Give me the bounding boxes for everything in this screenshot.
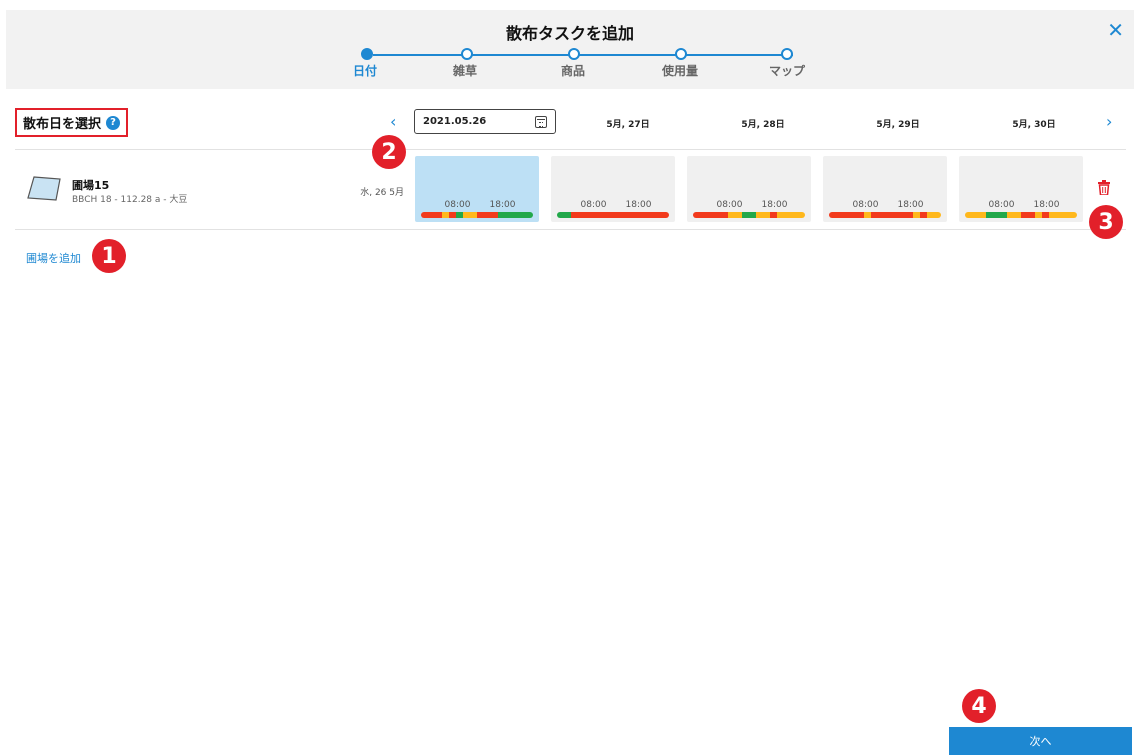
timeline-segment [463, 212, 477, 218]
timeline-segment [456, 212, 463, 218]
time-end: 18:00 [761, 200, 788, 210]
day-cell[interactable]: 08:00 18:00 [959, 156, 1083, 222]
timeline-segment [777, 212, 805, 218]
timeline-segment [1007, 212, 1021, 218]
next-dates-chevron-icon[interactable]: › [1106, 112, 1112, 131]
step-label-map[interactable]: マップ [769, 62, 805, 79]
day-cell[interactable]: 08:00 18:00 [823, 156, 947, 222]
timeline-segment [557, 212, 571, 218]
time-start: 08:00 [852, 200, 879, 210]
marker-badge: 2 [372, 135, 406, 169]
timeline-segment [927, 212, 941, 218]
weather-timeline [557, 212, 669, 218]
timeline-segment [728, 212, 742, 218]
prev-dates-chevron-icon[interactable]: ‹ [390, 112, 396, 131]
day-header: 5月, 27日 [606, 120, 650, 130]
divider [15, 149, 1126, 150]
timeline-segment [770, 212, 777, 218]
dialog-header: 散布タスクを追加 ✕ 日付 雑草 商品 使用量 マップ [6, 10, 1134, 89]
time-end: 18:00 [897, 200, 924, 210]
time-start: 08:00 [716, 200, 743, 210]
timeline-segment [1021, 212, 1035, 218]
day-cell[interactable]: 08:00 18:00 [687, 156, 811, 222]
step-dot-date[interactable] [361, 48, 373, 60]
day-header: 5月, 29日 [876, 120, 920, 130]
time-start: 08:00 [988, 200, 1015, 210]
time-labels: 08:00 18:00 [823, 200, 947, 210]
timeline-segment [1035, 212, 1042, 218]
step-dot-weed[interactable] [461, 48, 473, 60]
timeline-segment [756, 212, 770, 218]
time-end: 18:00 [489, 200, 516, 210]
help-icon[interactable]: ? [106, 115, 121, 130]
time-start: 08:00 [444, 200, 471, 210]
timeline-segment [449, 212, 456, 218]
time-labels: 08:00 18:00 [687, 200, 811, 210]
time-end: 18:00 [625, 200, 652, 210]
timeline-segment [864, 212, 871, 218]
timeline-segment [477, 212, 498, 218]
timeline-segment [913, 212, 920, 218]
stepper-line [373, 54, 793, 56]
time-end: 18:00 [1033, 200, 1060, 210]
step-label-product[interactable]: 商品 [561, 62, 585, 79]
weather-timeline [829, 212, 941, 218]
day-cell[interactable]: 08:00 18:00 [415, 156, 539, 222]
timeline-segment [986, 212, 1007, 218]
step-label-amount[interactable]: 使用量 [662, 62, 698, 79]
calendar-icon[interactable] [535, 115, 547, 128]
marker-badge: 4 [962, 689, 996, 723]
timeline-segment [571, 212, 669, 218]
weather-timeline [965, 212, 1077, 218]
timeline-segment [421, 212, 442, 218]
step-label-date[interactable]: 日付 [353, 62, 377, 79]
field-polygon-icon [27, 176, 61, 201]
timeline-segment [1049, 212, 1077, 218]
weather-timeline [693, 212, 805, 218]
timeline-segment [920, 212, 927, 218]
timeline-segment [1042, 212, 1049, 218]
time-labels: 08:00 18:00 [551, 200, 675, 210]
timeline-segment [965, 212, 986, 218]
step-dot-amount[interactable] [675, 48, 687, 60]
select-date-heading: 散布日を選択 ? [15, 108, 129, 137]
day-header: 5月, 30日 [1012, 120, 1056, 130]
timeline-segment [871, 212, 913, 218]
time-start: 08:00 [580, 200, 607, 210]
add-field-link[interactable]: 圃場を追加 [26, 250, 81, 266]
timeline-segment [442, 212, 449, 218]
day-cell[interactable]: 08:00 18:00 [551, 156, 675, 222]
wizard-stepper: 日付 雑草 商品 使用量 マップ [6, 10, 1134, 89]
time-labels: 08:00 18:00 [415, 200, 539, 210]
timeline-segment [693, 212, 728, 218]
date-picker-input[interactable]: 2021.05.26 [414, 109, 556, 134]
date-picker-value: 2021.05.26 [423, 116, 487, 127]
timeline-segment [829, 212, 864, 218]
section-title-text: 散布日を選択 [23, 117, 102, 132]
marker-badge: 3 [1089, 205, 1123, 239]
row-date-label: 水, 26 5月 [360, 188, 404, 198]
step-dot-map[interactable] [781, 48, 793, 60]
timeline-segment [498, 212, 533, 218]
field-details: BBCH 18 - 112.28 a - 大豆 [72, 195, 188, 205]
divider [15, 229, 1126, 230]
weather-timeline [421, 212, 533, 218]
field-name[interactable]: 圃場15 [72, 177, 109, 193]
time-labels: 08:00 18:00 [959, 200, 1083, 210]
trash-icon[interactable] [1098, 180, 1110, 195]
marker-badge: 1 [92, 239, 126, 273]
day-header: 5月, 28日 [741, 120, 785, 130]
next-button[interactable]: 次へ [949, 727, 1132, 755]
step-dot-product[interactable] [568, 48, 580, 60]
timeline-segment [742, 212, 756, 218]
step-label-weed[interactable]: 雑草 [453, 62, 477, 79]
